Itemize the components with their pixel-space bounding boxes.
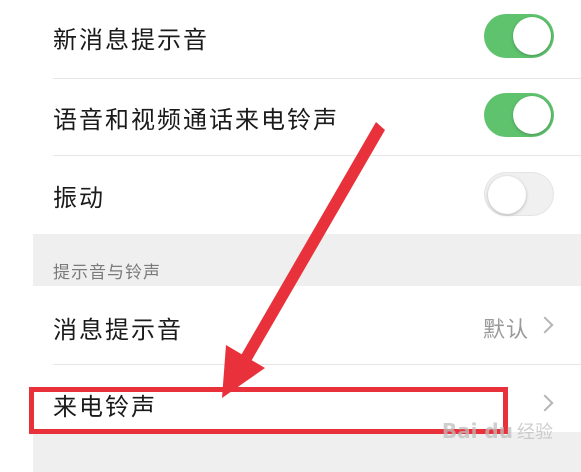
vibration-toggle[interactable] xyxy=(484,172,554,216)
chevron-right-icon xyxy=(536,316,554,334)
setting-row-new-message-sound[interactable]: 新消息提示音 xyxy=(33,0,581,78)
toggle-knob xyxy=(488,176,526,214)
setting-label: 语音和视频通话来电铃声 xyxy=(53,106,339,134)
setting-row-call-ringtone[interactable]: 语音和视频通话来电铃声 xyxy=(33,79,581,155)
new-message-sound-toggle[interactable] xyxy=(484,14,554,58)
settings-list: 新消息提示音 语音和视频通话来电铃声 振动 提示音与铃声 消息提示音 默认 来电… xyxy=(33,0,581,472)
setting-row-message-tone[interactable]: 消息提示音 默认 xyxy=(33,286,581,364)
setting-row-vibration[interactable]: 振动 xyxy=(33,156,581,234)
watermark-brand: Bai du xyxy=(441,419,513,443)
setting-label: 新消息提示音 xyxy=(53,26,209,54)
watermark-sub: 经验 xyxy=(517,422,553,443)
baidu-watermark: Bai du 经验 xyxy=(442,418,553,444)
toggle-knob xyxy=(513,17,551,55)
setting-label: 振动 xyxy=(53,184,105,212)
left-gutter xyxy=(0,0,33,472)
section-title: 提示音与铃声 xyxy=(53,263,161,283)
setting-label: 来电铃声 xyxy=(53,393,157,421)
message-tone-value: 默认 xyxy=(482,318,529,343)
screen: 新消息提示音 语音和视频通话来电铃声 振动 提示音与铃声 消息提示音 默认 来电… xyxy=(0,0,581,472)
section-header: 提示音与铃声 xyxy=(33,234,581,286)
setting-label: 消息提示音 xyxy=(53,316,183,344)
toggle-knob xyxy=(513,96,551,134)
call-ringtone-toggle[interactable] xyxy=(484,93,554,137)
chevron-right-icon xyxy=(536,394,554,412)
